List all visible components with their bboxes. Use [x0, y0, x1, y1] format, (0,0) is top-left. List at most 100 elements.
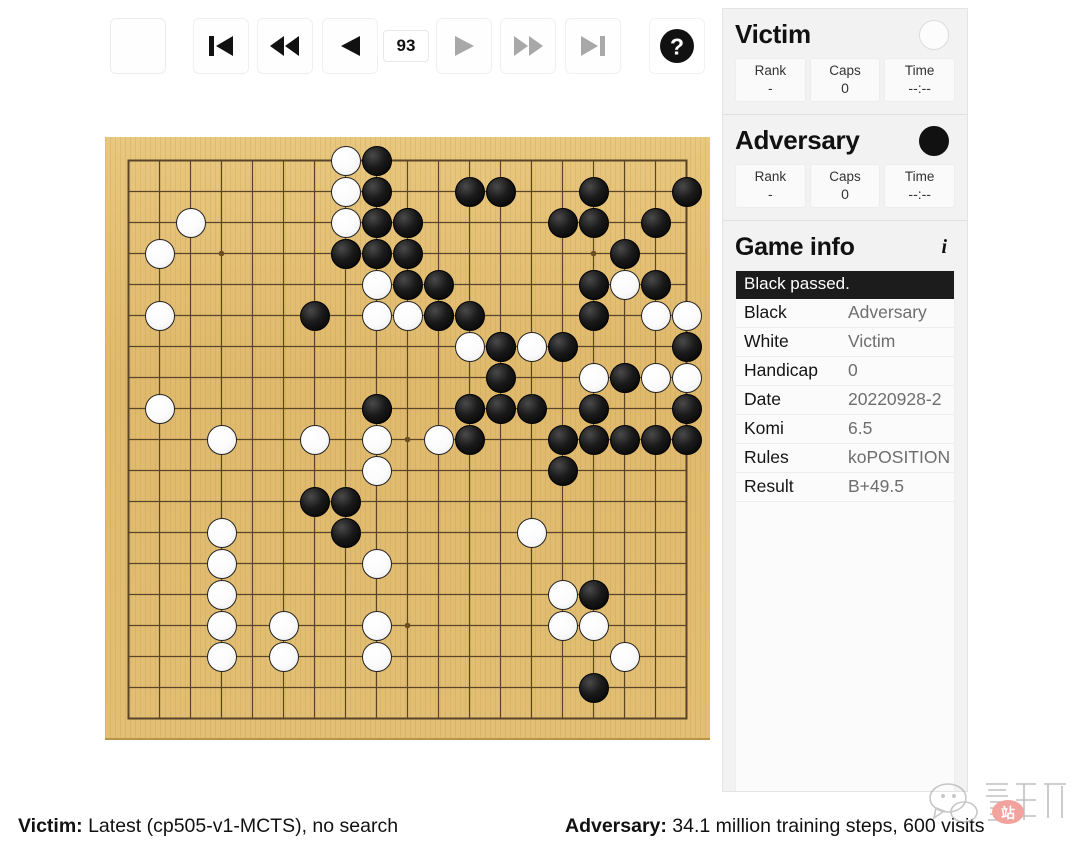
white-stone-indicator — [919, 19, 949, 50]
black-stone — [423, 300, 454, 331]
black-stone — [392, 207, 423, 238]
white-stone — [206, 579, 237, 610]
black-stone — [485, 362, 516, 393]
white-stone — [330, 145, 361, 176]
playback-toolbar: 93 ? — [0, 0, 716, 92]
black-stone — [299, 486, 330, 517]
black-stone — [671, 331, 702, 362]
menu-button[interactable] — [110, 18, 166, 74]
stat-value: - — [768, 186, 773, 202]
white-stone — [361, 300, 392, 331]
first-move-button[interactable] — [193, 18, 249, 74]
stat-label: Caps — [829, 63, 861, 78]
help-button[interactable]: ? — [649, 18, 705, 74]
white-stone — [361, 548, 392, 579]
game-info-value: 6.5 — [840, 414, 954, 444]
white-stone — [640, 362, 671, 393]
rewind-icon — [270, 36, 299, 56]
white-stone — [144, 393, 175, 424]
black-stone — [330, 486, 361, 517]
black-stone — [640, 424, 671, 455]
black-stone — [578, 579, 609, 610]
stat-time-white: Time --:-- — [884, 58, 956, 102]
black-stone — [640, 207, 671, 238]
black-stone — [671, 176, 702, 207]
rewind-button[interactable] — [257, 18, 313, 74]
game-info-row: Handicap 0 — [736, 356, 954, 386]
white-stone — [330, 176, 361, 207]
game-info-key: Date — [736, 385, 840, 415]
info-icon[interactable]: i — [941, 236, 955, 259]
black-stone — [392, 269, 423, 300]
game-info-value: Victim — [840, 327, 954, 357]
white-stone — [671, 300, 702, 331]
white-stone — [454, 331, 485, 362]
stat-caps-white: Caps 0 — [809, 58, 881, 102]
stat-label: Rank — [754, 169, 787, 184]
black-stone — [578, 424, 609, 455]
black-stone — [454, 300, 485, 331]
white-stone — [392, 300, 423, 331]
go-board[interactable] — [105, 137, 710, 738]
fast-forward-button[interactable] — [500, 18, 556, 74]
go-board-container[interactable] — [105, 137, 710, 738]
play-button[interactable] — [436, 18, 492, 74]
black-stone — [609, 362, 640, 393]
white-stone — [144, 300, 175, 331]
game-info-row: White Victim — [736, 327, 954, 357]
black-stone — [423, 269, 454, 300]
black-stone — [299, 300, 330, 331]
game-info-row: Komi 6.5 — [736, 414, 954, 444]
black-stone — [392, 238, 423, 269]
black-stone — [361, 176, 392, 207]
white-stone — [206, 424, 237, 455]
play-left-icon — [341, 36, 360, 56]
game-info-table: Black Adversary White Victim Handicap 0 Date 20… — [736, 299, 954, 502]
stat-value: 0 — [841, 80, 849, 96]
black-stone — [485, 176, 516, 207]
white-stone — [547, 579, 578, 610]
game-info-row: Black Adversary — [736, 299, 954, 328]
previous-move-button[interactable] — [322, 18, 378, 74]
game-info-key: Result — [736, 472, 840, 502]
white-stone — [361, 641, 392, 672]
white-stone — [144, 238, 175, 269]
black-stone — [454, 176, 485, 207]
stat-rank-black: Rank - — [735, 164, 806, 208]
black-stone-indicator — [919, 125, 949, 156]
move-number-display[interactable]: 93 — [383, 30, 429, 62]
game-info-section: Game info i Black passed. Black Adversary… — [723, 221, 967, 791]
fast-forward-icon — [514, 36, 543, 56]
game-info-value: Adversary — [840, 299, 954, 328]
white-stone — [206, 548, 237, 579]
last-move-button[interactable] — [565, 18, 621, 74]
white-stone — [640, 300, 671, 331]
svg-text:站: 站 — [1001, 805, 1015, 821]
game-info-box: Black passed. Black Adversary White Victim H… — [735, 270, 955, 791]
white-stone — [609, 269, 640, 300]
game-info-title: Game info — [735, 233, 855, 261]
white-stone — [330, 207, 361, 238]
stat-label: Rank — [754, 63, 787, 78]
black-stone — [361, 207, 392, 238]
stat-label: Time — [904, 169, 935, 184]
black-stone — [547, 424, 578, 455]
game-info-key: Handicap — [736, 356, 840, 386]
white-stone — [361, 610, 392, 641]
black-stone — [671, 393, 702, 424]
game-info-key: Black — [736, 299, 840, 328]
white-stone — [268, 610, 299, 641]
black-stone — [547, 207, 578, 238]
game-info-key: Rules — [736, 443, 840, 473]
white-stone — [299, 424, 330, 455]
caption-victim: Victim: Latest (cp505-v1-MCTS), no searc… — [18, 815, 398, 838]
player-card-white: Victim Rank - Caps 0 Time --:-- — [723, 9, 967, 115]
black-stone — [547, 455, 578, 486]
black-stone — [547, 331, 578, 362]
game-info-row: Rules koPOSITION — [736, 443, 954, 473]
black-stone — [578, 393, 609, 424]
white-stone — [609, 641, 640, 672]
black-stone — [640, 269, 671, 300]
white-stone — [423, 424, 454, 455]
stat-time-black: Time --:-- — [884, 164, 956, 208]
